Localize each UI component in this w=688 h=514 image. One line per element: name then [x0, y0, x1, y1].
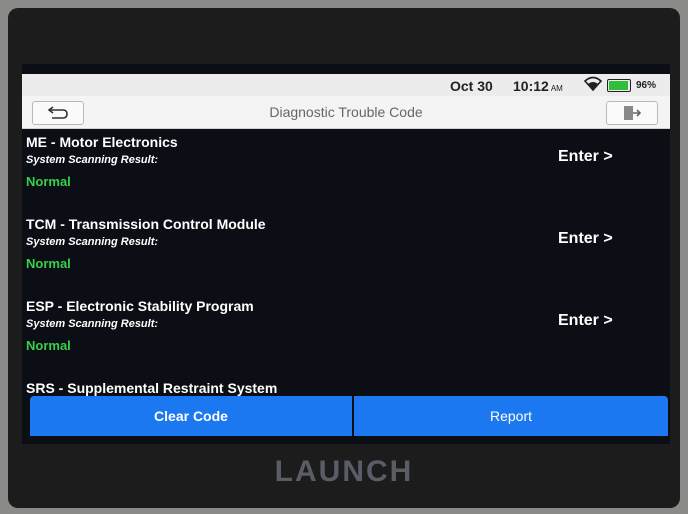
- status-time: 10:12 AM: [513, 78, 563, 94]
- system-list: ME - Motor Electronics System Scanning R…: [22, 130, 670, 396]
- battery-percent: 96%: [636, 80, 657, 91]
- action-bar: Clear Code Report: [30, 396, 668, 436]
- battery-icon: [607, 79, 631, 92]
- battery-fill: [609, 81, 628, 90]
- system-name: ME - Motor Electronics: [26, 134, 178, 150]
- brand-logo: LAUNCH: [274, 455, 414, 488]
- status-date: Oct 30: [450, 78, 493, 94]
- enter-button[interactable]: Enter >: [558, 230, 613, 248]
- status-bar: Oct 30 10:12 AM 96%: [22, 74, 670, 96]
- clear-code-button[interactable]: Clear Code: [30, 396, 352, 436]
- report-button[interactable]: Report: [354, 396, 668, 436]
- result-status: Normal: [26, 174, 71, 189]
- result-label: System Scanning Result:: [26, 154, 159, 166]
- exit-icon: [624, 106, 642, 120]
- exit-button[interactable]: [606, 101, 658, 125]
- system-name: TCM - Transmission Control Module: [26, 216, 266, 232]
- wifi-icon: [583, 76, 603, 95]
- system-name: ESP - Electronic Stability Program: [26, 298, 254, 314]
- result-status: Normal: [26, 256, 71, 271]
- system-item-me[interactable]: ME - Motor Electronics System Scanning R…: [22, 130, 670, 210]
- screen: Oct 30 10:12 AM 96% Diagnostic Trouble Co…: [22, 64, 670, 444]
- header-bar: Diagnostic Trouble Code: [22, 96, 670, 129]
- enter-button[interactable]: Enter >: [558, 148, 613, 166]
- result-label: System Scanning Result:: [26, 236, 159, 248]
- page-title: Diagnostic Trouble Code: [269, 104, 423, 120]
- result-label: System Scanning Result:: [26, 318, 159, 330]
- status-ampm: AM: [550, 84, 563, 93]
- system-item-esp[interactable]: ESP - Electronic Stability Program Syste…: [22, 294, 670, 374]
- system-item-tcm[interactable]: TCM - Transmission Control Module System…: [22, 212, 670, 292]
- enter-button[interactable]: Enter >: [558, 312, 613, 330]
- system-name: SRS - Supplemental Restraint System: [26, 380, 278, 396]
- result-status: Normal: [26, 338, 71, 353]
